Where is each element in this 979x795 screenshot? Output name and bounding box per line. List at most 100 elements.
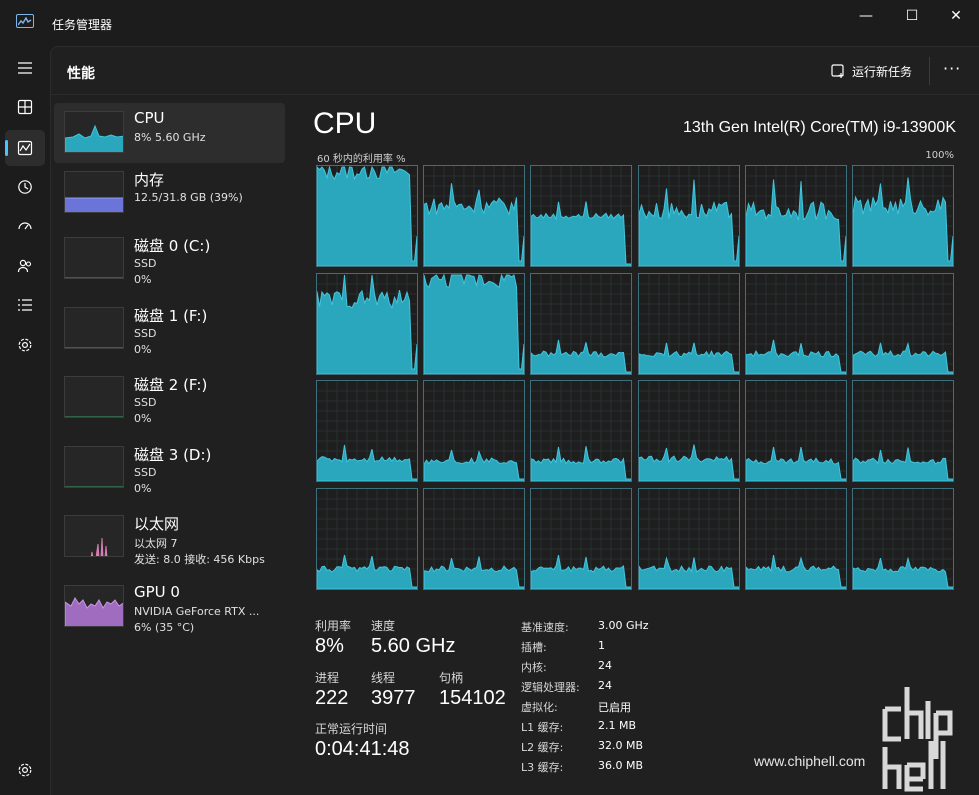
logical-processor-graph — [316, 165, 418, 267]
device-name: 以太网 — [134, 515, 180, 533]
device-thumbnail-graph — [64, 585, 124, 627]
device-usage: 0% — [134, 343, 152, 356]
logical-processor-graph — [423, 380, 526, 482]
navigation-rail — [0, 46, 50, 795]
spec-label: 内核: — [521, 661, 547, 674]
watermark-url: www.chiphell.com — [754, 753, 866, 769]
logical-processor-graph — [530, 272, 633, 375]
logical-processor-graph — [637, 165, 740, 267]
logical-processor-graph — [530, 487, 633, 590]
logical-processor-graph — [316, 272, 418, 375]
logical-processor-graph — [852, 487, 954, 590]
processes-icon[interactable] — [5, 89, 45, 125]
logical-processor-graph — [637, 272, 740, 375]
device-detail: SSD — [134, 396, 157, 409]
device-thumbnail-graph — [64, 376, 124, 418]
device-thumbnail-graph — [64, 171, 124, 213]
spec-label: 逻辑处理器: — [521, 681, 580, 694]
startup-apps-icon[interactable] — [5, 208, 45, 244]
spec-value: 32.0 MB — [598, 739, 644, 752]
users-icon[interactable] — [5, 248, 45, 284]
spec-value: 已启用 — [598, 701, 631, 714]
logical-processor-graph — [316, 380, 418, 482]
title-bar[interactable]: 任务管理器 — ☐ ✕ — [0, 0, 979, 46]
device-item[interactable]: 内存 12.5/31.8 GB (39%) — [54, 163, 285, 223]
threads-value: 3977 — [371, 687, 416, 709]
hamburger-menu-icon[interactable] — [5, 50, 45, 86]
device-detail: NVIDIA GeForce RTX ... — [134, 605, 260, 618]
device-name: GPU 0 — [134, 583, 180, 601]
device-thumbnail-graph — [64, 515, 124, 557]
handles-value: 154102 — [439, 687, 506, 709]
device-detail: SSD — [134, 466, 157, 479]
logical-processor-graph — [744, 165, 847, 267]
logical-processor-graph — [316, 487, 418, 590]
device-item[interactable]: 磁盘 0 (C:) SSD 0% — [54, 229, 285, 289]
device-thumbnail-graph — [64, 237, 124, 279]
speed-label: 速度 — [371, 619, 396, 633]
device-item[interactable]: GPU 0 NVIDIA GeForce RTX ... 6% (35 °C) — [54, 577, 285, 637]
device-name: 磁盘 0 (C:) — [134, 237, 211, 255]
device-thumbnail-graph — [64, 111, 124, 153]
spec-value: 24 — [598, 679, 612, 692]
minimize-button[interactable]: — — [843, 0, 889, 32]
processes-value: 222 — [315, 687, 349, 709]
run-new-task-button[interactable]: 运行新任务 — [831, 59, 912, 83]
logical-processor-graph — [744, 272, 847, 375]
utilization-graph-label: 60 秒内的利用率 % — [317, 154, 406, 165]
device-usage: 0% — [134, 412, 152, 425]
threads-label: 线程 — [371, 671, 396, 685]
main-panel: 性能 运行新任务 ··· CPU 8% 5.60 GHz 内存 12.5/31.8 G… — [50, 46, 979, 795]
logical-processor-graph — [852, 272, 954, 375]
device-thumbnail-graph — [64, 446, 124, 488]
run-new-task-label: 运行新任务 — [852, 64, 913, 79]
logical-processor-graphs — [316, 165, 955, 590]
spec-label: L3 缓存: — [521, 761, 564, 774]
speed-value: 5.60 GHz — [371, 635, 456, 657]
device-item[interactable]: 以太网 以太网 7 发送: 8.0 接收: 456 Kbps — [54, 507, 285, 567]
device-name: 磁盘 2 (F:) — [134, 376, 208, 394]
header-divider — [929, 57, 930, 85]
logical-processor-graph — [423, 165, 526, 267]
utilization-label: 利用率 — [315, 619, 352, 633]
spec-value: 1 — [598, 639, 605, 652]
device-detail: SSD — [134, 327, 157, 340]
more-options-button[interactable]: ··· — [943, 59, 961, 78]
logical-processor-graph — [423, 487, 526, 590]
settings-icon[interactable] — [5, 752, 45, 788]
logical-processor-graph — [530, 165, 633, 267]
device-usage: 0% — [134, 273, 152, 286]
logical-processor-graph — [530, 380, 633, 482]
maximize-button[interactable]: ☐ — [889, 0, 935, 32]
device-item[interactable]: 磁盘 2 (F:) SSD 0% — [54, 368, 285, 428]
cpu-model-name: 13th Gen Intel(R) Core(TM) i9-13900K — [683, 119, 956, 136]
performance-icon[interactable] — [5, 130, 45, 166]
close-button[interactable]: ✕ — [933, 0, 979, 32]
run-new-task-icon — [831, 63, 844, 78]
logical-processor-graph — [744, 487, 847, 590]
device-name: 磁盘 3 (D:) — [134, 446, 212, 464]
logical-processor-graph — [637, 380, 740, 482]
device-usage: 0% — [134, 482, 152, 495]
device-thumbnail-graph — [64, 307, 124, 349]
detail-title: CPU — [313, 107, 377, 140]
device-item[interactable]: 磁盘 3 (D:) SSD 0% — [54, 438, 285, 498]
uptime-label: 正常运行时间 — [315, 722, 388, 736]
utilization-value: 8% — [315, 635, 344, 657]
spec-label: 虚拟化: — [521, 701, 558, 714]
app-history-icon[interactable] — [5, 169, 45, 205]
spec-value: 3.00 GHz — [598, 619, 649, 632]
device-name: CPU — [134, 109, 165, 127]
device-detail: 12.5/31.8 GB (39%) — [134, 191, 243, 204]
logical-processor-graph — [852, 380, 954, 482]
device-detail: SSD — [134, 257, 157, 270]
logical-processor-graph — [423, 272, 526, 375]
spec-label: L2 缓存: — [521, 741, 564, 754]
device-detail: 8% 5.60 GHz — [134, 131, 206, 144]
details-icon[interactable] — [5, 287, 45, 323]
device-item[interactable]: 磁盘 1 (F:) SSD 0% — [54, 299, 285, 359]
window-title: 任务管理器 — [52, 18, 113, 32]
device-item[interactable]: CPU 8% 5.60 GHz — [54, 103, 285, 163]
chiphell-logo — [882, 687, 953, 792]
services-icon[interactable] — [5, 327, 45, 363]
